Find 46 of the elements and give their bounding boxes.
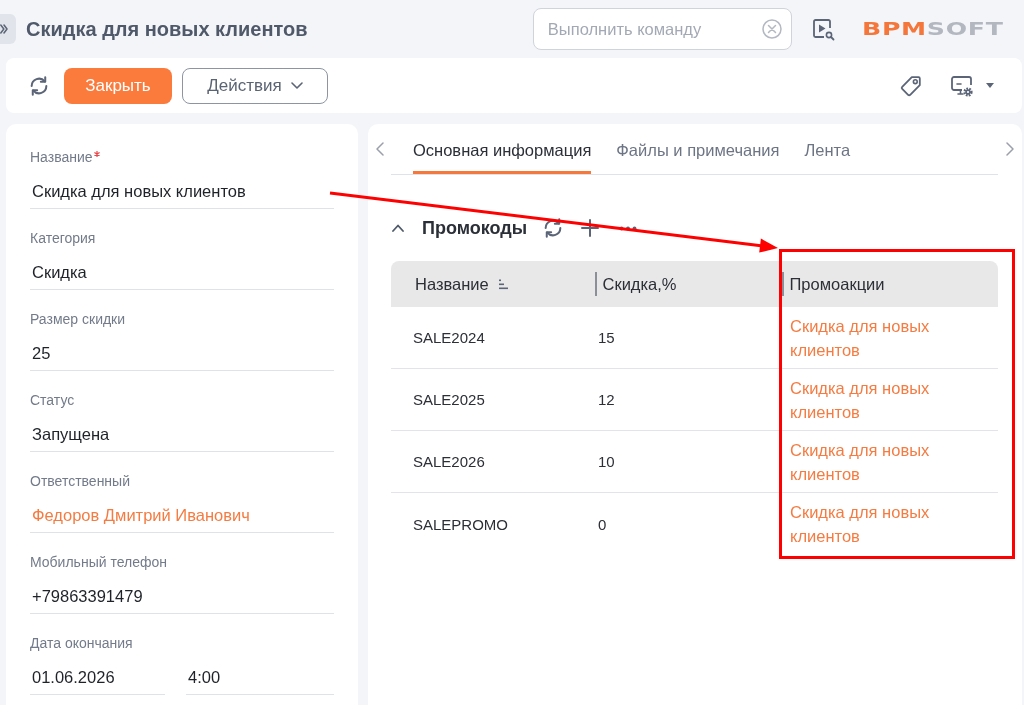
time-field[interactable]: 4:00 bbox=[186, 667, 334, 695]
caret-icon[interactable] bbox=[986, 83, 994, 88]
text-field[interactable]: Скидка bbox=[30, 262, 334, 290]
discount-value: 12 bbox=[598, 391, 615, 408]
text-field[interactable]: +79863391479 bbox=[30, 586, 334, 614]
chevron-right-icon[interactable] bbox=[1006, 142, 1014, 156]
field-label: Дата окончания bbox=[30, 635, 133, 651]
discount-value: 0 bbox=[598, 515, 607, 533]
tag-icon[interactable] bbox=[899, 73, 923, 98]
discount-value: 10 bbox=[598, 453, 615, 470]
chevron-down-icon bbox=[290, 82, 303, 89]
promo-code: SALE2024 bbox=[413, 329, 485, 346]
tab[interactable]: Основная информация bbox=[413, 140, 592, 174]
video-search-icon[interactable] bbox=[810, 17, 835, 41]
chevron-up-icon[interactable] bbox=[392, 224, 404, 232]
text-field[interactable]: Скидка для новых клиентов bbox=[30, 181, 334, 209]
column-header[interactable]: Название bbox=[415, 274, 489, 294]
promo-code: SALEPROMO bbox=[413, 515, 509, 533]
section-title: Промокоды bbox=[422, 217, 528, 239]
date-field[interactable]: 01.06.2026 bbox=[30, 667, 165, 695]
promo-code: SALE2025 bbox=[413, 391, 485, 408]
discount-value: 15 bbox=[598, 329, 615, 346]
plus-icon[interactable] bbox=[581, 219, 600, 237]
column-header[interactable]: Промоакции bbox=[789, 274, 885, 294]
tab[interactable]: Файлы и примечания bbox=[616, 140, 780, 174]
promo-code: SALE2026 bbox=[413, 453, 485, 470]
field-label: Статус bbox=[30, 392, 75, 408]
field-label: Название bbox=[30, 149, 93, 165]
logo: BPM SOFT bbox=[861, 20, 1004, 38]
chevron-left-icon[interactable] bbox=[375, 142, 384, 156]
monitor-gear-icon[interactable] bbox=[950, 73, 974, 98]
field-label: Мобильный телефон bbox=[30, 554, 167, 570]
field-label: Категория bbox=[30, 230, 96, 246]
text-field[interactable]: Запущена bbox=[30, 424, 334, 452]
sort-icon[interactable] bbox=[498, 278, 509, 290]
actions-button[interactable]: Действия bbox=[182, 67, 328, 104]
sidebar-toggle-button[interactable] bbox=[0, 14, 16, 44]
double-chevron-icon bbox=[0, 24, 8, 34]
field-label: Размер скидки bbox=[30, 311, 126, 327]
command-field[interactable]: Выполнить команду bbox=[532, 8, 792, 50]
tab[interactable]: Лента bbox=[804, 140, 851, 174]
column-header[interactable]: Скидка,% bbox=[602, 274, 677, 294]
refresh-icon[interactable] bbox=[28, 74, 50, 97]
page-title: Скидка для новых клиентов bbox=[26, 17, 309, 41]
field-label: Ответственный bbox=[30, 473, 130, 489]
text-field[interactable]: 25 bbox=[30, 343, 334, 371]
